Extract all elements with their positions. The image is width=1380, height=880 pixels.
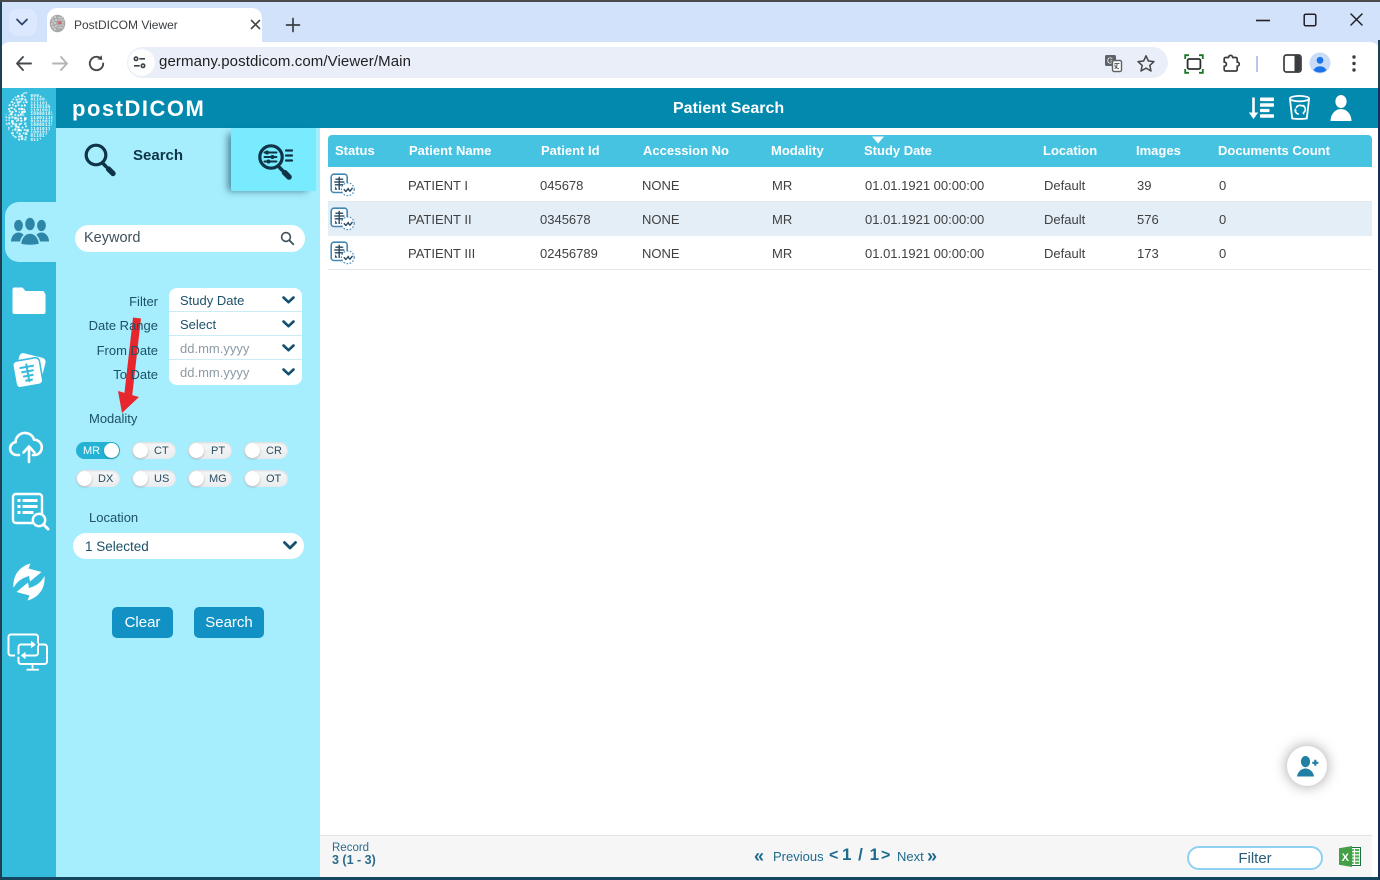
svg-text:01110001: 01110001 (31, 139, 54, 143)
svg-text:X: X (1342, 852, 1350, 864)
